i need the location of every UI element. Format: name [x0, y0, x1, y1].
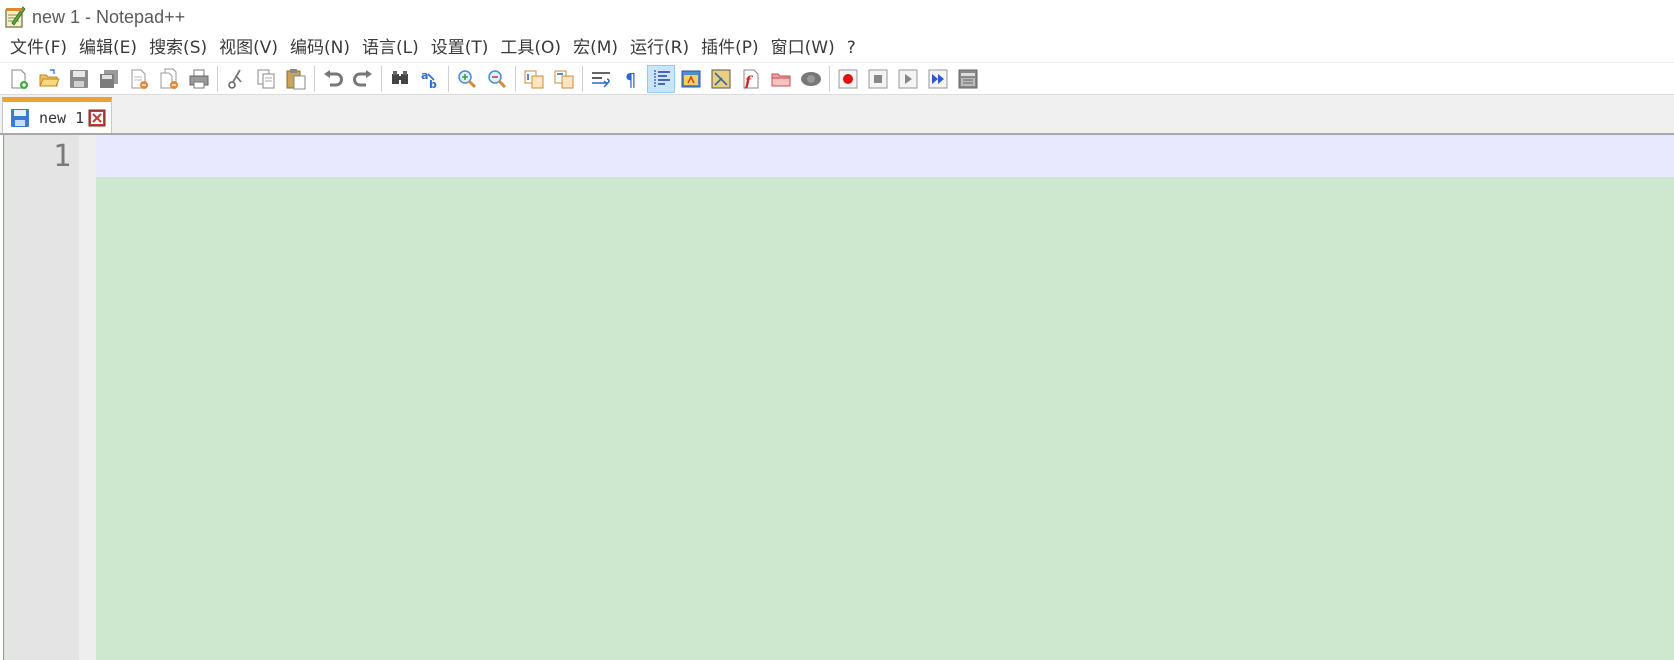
- toolbar-separator: [448, 65, 449, 92]
- menu-plugins[interactable]: 插件(P): [695, 35, 765, 61]
- folder-workspace-icon[interactable]: [767, 65, 795, 93]
- redo-icon[interactable]: [349, 65, 377, 93]
- open-file-icon[interactable]: [35, 65, 63, 93]
- svg-text:a: a: [421, 69, 428, 82]
- menu-tools[interactable]: 工具(O): [494, 35, 567, 61]
- save-icon: [9, 107, 31, 129]
- indent-guide-icon[interactable]: [647, 64, 675, 93]
- paste-icon[interactable]: [282, 65, 310, 93]
- close-icon[interactable]: [88, 109, 106, 127]
- save-all-icon[interactable]: [95, 65, 123, 93]
- menu-bar: 文件(F) 编辑(E) 搜索(S) 视图(V) 编码(N) 语言(L) 设置(T…: [0, 34, 1674, 62]
- print-icon[interactable]: [185, 65, 213, 93]
- toolbar-separator: [217, 65, 218, 92]
- toolbar-separator: [381, 65, 382, 92]
- word-wrap-icon[interactable]: [587, 65, 615, 93]
- toolbar-separator: [829, 65, 830, 92]
- save-macro-icon[interactable]: [954, 65, 982, 93]
- undo-icon[interactable]: [319, 65, 347, 93]
- tab-new-1[interactable]: new 1: [2, 97, 112, 133]
- stop-record-icon[interactable]: [864, 65, 892, 93]
- menu-file[interactable]: 文件(F): [4, 35, 73, 61]
- editor-border: [0, 135, 4, 660]
- function-list-icon[interactable]: f: [737, 65, 765, 93]
- editor[interactable]: 1: [0, 133, 1674, 660]
- line-number-gutter: 1: [5, 135, 79, 660]
- sync-horizontal-icon[interactable]: [550, 65, 578, 93]
- lang-panel-icon[interactable]: [677, 65, 705, 93]
- cut-icon[interactable]: [222, 65, 250, 93]
- find-icon[interactable]: [386, 65, 414, 93]
- doc-map-icon[interactable]: [707, 65, 735, 93]
- show-all-chars-icon[interactable]: ¶: [617, 65, 645, 93]
- window-title: new 1 - Notepad++: [32, 6, 186, 27]
- menu-search[interactable]: 搜索(S): [143, 35, 213, 61]
- fold-margin[interactable]: [79, 135, 96, 660]
- text-area[interactable]: [96, 177, 1674, 660]
- sync-vertical-icon[interactable]: [520, 65, 548, 93]
- title-bar: new 1 - Notepad++: [0, 0, 1674, 34]
- notepad-plus-plus-icon: [4, 5, 26, 29]
- tab-label: new 1: [39, 108, 85, 127]
- copy-icon[interactable]: [252, 65, 280, 93]
- monitoring-icon[interactable]: [797, 65, 825, 93]
- toolbar: ab ¶ f: [0, 62, 1674, 95]
- line-number: 1: [52, 139, 71, 174]
- toolbar-separator: [515, 65, 516, 92]
- zoom-in-icon[interactable]: [453, 65, 481, 93]
- toolbar-separator: [314, 65, 315, 92]
- save-icon[interactable]: [65, 65, 93, 93]
- run-macro-multiple-icon[interactable]: [924, 65, 952, 93]
- replace-icon[interactable]: ab: [416, 65, 444, 93]
- menu-encoding[interactable]: 编码(N): [284, 35, 356, 61]
- menu-window[interactable]: 窗口(W): [765, 35, 841, 61]
- play-macro-icon[interactable]: [894, 65, 922, 93]
- menu-macro[interactable]: 宏(M): [567, 35, 624, 61]
- current-line-highlight[interactable]: [96, 135, 1674, 177]
- tab-bar: new 1: [0, 95, 1674, 133]
- menu-run[interactable]: 运行(R): [624, 35, 695, 61]
- close-all-icon[interactable]: [155, 65, 183, 93]
- menu-view[interactable]: 视图(V): [213, 35, 284, 61]
- new-file-icon[interactable]: [5, 65, 33, 93]
- zoom-out-icon[interactable]: [483, 65, 511, 93]
- svg-text:¶: ¶: [625, 70, 636, 90]
- close-icon[interactable]: [125, 65, 153, 93]
- menu-help[interactable]: ?: [841, 35, 862, 61]
- menu-language[interactable]: 语言(L): [356, 35, 425, 61]
- menu-settings[interactable]: 设置(T): [425, 35, 495, 61]
- toolbar-separator: [582, 65, 583, 92]
- record-macro-icon[interactable]: [834, 65, 862, 93]
- menu-edit[interactable]: 编辑(E): [73, 35, 143, 61]
